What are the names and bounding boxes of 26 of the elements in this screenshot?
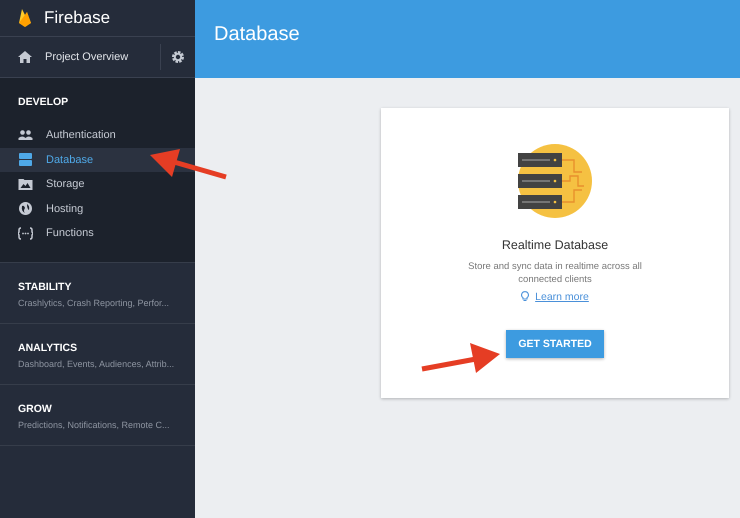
lightbulb-icon — [521, 291, 530, 302]
project-overview-link[interactable]: Project Overview — [18, 51, 160, 63]
page-title: Database — [214, 22, 300, 46]
flame-icon — [18, 8, 32, 28]
braces-icon — [18, 226, 33, 240]
section-summary: Crashlytics, Crash Reporting, Perfor... — [18, 298, 170, 308]
section-heading: DEVELOP — [17, 96, 70, 108]
brand-name: Firebase — [44, 8, 110, 28]
nav-item[interactable]: Hosting — [0, 196, 195, 221]
card-description: Store and sync data in realtime across all connected clients — [467, 260, 643, 287]
card-title: Realtime Database — [502, 238, 608, 252]
nav-item[interactable]: Functions — [0, 221, 195, 246]
section-heading: ANALYTICS — [18, 342, 78, 354]
section-heading: STABILITY — [18, 280, 72, 292]
nav-item[interactable]: Storage — [0, 172, 195, 196]
section-summary: Dashboard, Events, Audiences, Attrib... — [18, 358, 176, 368]
people-icon — [18, 130, 33, 140]
database-icon — [18, 153, 33, 166]
settings-icon[interactable] — [171, 50, 185, 64]
image-icon — [18, 178, 33, 190]
section-summary: Predictions, Notifications, Remote C... — [18, 420, 171, 430]
home-icon — [18, 51, 32, 63]
section-heading: GROW — [18, 402, 53, 414]
nav-item[interactable]: Database — [0, 148, 195, 172]
globe-icon — [18, 202, 33, 216]
nav-item[interactable]: Authentication — [0, 123, 195, 148]
